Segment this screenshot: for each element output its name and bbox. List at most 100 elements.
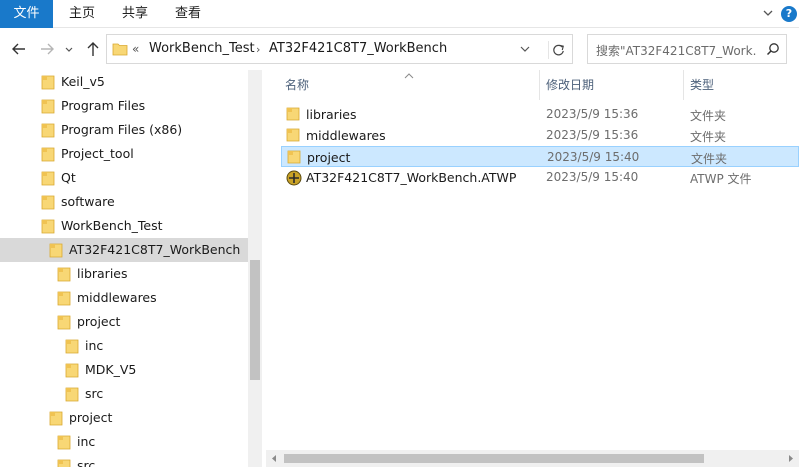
address-dropdown-icon[interactable]: [519, 44, 531, 54]
nav-tree-item[interactable]: src: [0, 382, 248, 406]
nav-tree-item[interactable]: src: [0, 454, 248, 467]
nav-tree-item[interactable]: MDK_V5: [0, 358, 248, 382]
folder-icon: [57, 291, 71, 306]
nav-tree-item[interactable]: Program Files (x86): [0, 118, 248, 142]
folder-icon: [49, 410, 63, 429]
nav-tree-item[interactable]: Qt: [0, 166, 248, 190]
folder-icon: [41, 147, 55, 162]
search-icon[interactable]: [766, 42, 780, 56]
help-icon[interactable]: ?: [781, 6, 797, 22]
horizontal-scrollbar[interactable]: [266, 450, 799, 467]
file-name: project: [307, 150, 351, 165]
folder-icon: [65, 387, 79, 402]
ribbon: 文件 主页 共享 查看 ?: [0, 0, 799, 28]
breadcrumb-separator[interactable]: ›: [256, 43, 260, 56]
folder-icon: [41, 170, 55, 189]
nav-tree-item[interactable]: WorkBench_Test: [0, 214, 248, 238]
nav-tree-item[interactable]: Project_tool: [0, 142, 248, 166]
tab-view[interactable]: 查看: [166, 0, 210, 28]
folder-icon: [49, 411, 63, 426]
file-name: AT32F421C8T7_WorkBench.ATWP: [306, 170, 517, 185]
atwp-file-icon: [286, 170, 302, 189]
nav-tree-item[interactable]: inc: [0, 334, 248, 358]
address-bar[interactable]: « WorkBench_Test › AT32F421C8T7_WorkBenc…: [106, 34, 573, 64]
folder-icon: [41, 74, 55, 93]
file-date: 2023/5/9 15:36: [546, 107, 639, 121]
file-type: 文件夹: [691, 152, 728, 166]
folder-icon: [57, 267, 71, 282]
search-input[interactable]: 搜索"AT32F421C8T7_Work...: [596, 42, 756, 59]
folder-icon: [287, 150, 302, 167]
file-row[interactable]: middlewares 2023/5/9 15:36 文件夹: [281, 125, 799, 146]
nav-tree-label: MDK_V5: [85, 362, 137, 377]
nav-tree-item[interactable]: project: [0, 406, 248, 430]
nav-tree-label: Project_tool: [61, 146, 134, 161]
nav-tree-label: Keil_v5: [61, 74, 105, 89]
folder-icon: [41, 194, 55, 213]
folder-icon: [65, 362, 79, 381]
folder-icon: [41, 99, 55, 114]
scroll-left-icon[interactable]: [269, 453, 279, 464]
folder-icon: [41, 98, 55, 117]
column-divider[interactable]: [683, 70, 684, 100]
nav-tree-item[interactable]: software: [0, 190, 248, 214]
tab-share[interactable]: 共享: [113, 0, 157, 28]
folder-icon: [41, 122, 55, 141]
file-row[interactable]: libraries 2023/5/9 15:36 文件夹: [281, 104, 799, 125]
file-row[interactable]: project 2023/5/9 15:40 文件夹: [281, 146, 799, 167]
nav-tree-item[interactable]: project: [0, 310, 248, 334]
navigation-scrollbar[interactable]: [248, 70, 262, 467]
folder-icon: [57, 434, 71, 453]
expand-ribbon-icon[interactable]: [761, 6, 775, 20]
column-divider[interactable]: [539, 70, 540, 100]
up-arrow-icon[interactable]: [83, 38, 103, 60]
column-header-date[interactable]: 修改日期: [546, 70, 594, 100]
navigation-pane: Keil_v5 Program Files Program Files (x86) P…: [0, 70, 248, 467]
breadcrumb-workbench-test[interactable]: WorkBench_Test: [149, 41, 255, 56]
folder-icon: [57, 266, 71, 285]
refresh-icon[interactable]: [548, 41, 568, 59]
file-date: 2023/5/9 15:36: [546, 128, 639, 142]
folder-icon: [57, 290, 71, 309]
nav-tree-label: Program Files (x86): [61, 122, 183, 137]
file-type: 文件夹: [690, 109, 727, 123]
column-header-name[interactable]: 名称: [285, 70, 309, 100]
breadcrumb-at32f421c8t7-workbench[interactable]: AT32F421C8T7_WorkBench: [269, 41, 447, 56]
nav-tree-item[interactable]: Program Files: [0, 94, 248, 118]
scrollbar-thumb[interactable]: [250, 260, 260, 380]
nav-tree-label: Program Files: [61, 98, 146, 113]
nav-tree-label: Qt: [61, 170, 76, 185]
file-name: libraries: [306, 107, 357, 122]
folder-icon: [49, 242, 63, 261]
forward-arrow-icon[interactable]: [37, 38, 57, 60]
nav-tree-label: software: [61, 194, 115, 209]
nav-tree-item[interactable]: middlewares: [0, 286, 248, 310]
nav-tree-item[interactable]: libraries: [0, 262, 248, 286]
folder-icon: [65, 338, 79, 357]
folder-icon: [65, 386, 79, 405]
nav-tree-item[interactable]: Keil_v5: [0, 70, 248, 94]
tab-home[interactable]: 主页: [60, 0, 104, 28]
file-date: 2023/5/9 15:40: [546, 170, 639, 184]
nav-tree-item[interactable]: inc: [0, 430, 248, 454]
nav-tree-item[interactable]: AT32F421C8T7_WorkBench: [0, 238, 248, 262]
breadcrumb-overflow[interactable]: «: [132, 42, 139, 56]
scroll-right-icon[interactable]: [786, 453, 796, 464]
folder-icon: [57, 314, 71, 333]
search-box[interactable]: 搜索"AT32F421C8T7_Work...: [587, 34, 787, 64]
folder-icon: [41, 75, 55, 90]
file-type: ATWP 文件: [690, 172, 752, 186]
nav-tree-label: project: [69, 410, 113, 425]
column-header-type[interactable]: 类型: [690, 70, 714, 100]
nav-tree-label: project: [77, 314, 121, 329]
folder-icon: [112, 43, 128, 56]
recent-locations-icon[interactable]: [62, 38, 76, 60]
file-list: 名称 修改日期 类型 libraries 2023/5/9 15:36 文件夹 mid…: [266, 70, 799, 467]
folder-icon: [49, 243, 63, 258]
folder-icon: [286, 107, 301, 124]
tab-file[interactable]: 文件: [0, 0, 53, 28]
file-type: 文件夹: [690, 130, 727, 144]
scrollbar-thumb[interactable]: [284, 454, 704, 463]
back-arrow-icon[interactable]: [9, 38, 29, 60]
file-row[interactable]: AT32F421C8T7_WorkBench.ATWP 2023/5/9 15:4…: [281, 167, 799, 188]
